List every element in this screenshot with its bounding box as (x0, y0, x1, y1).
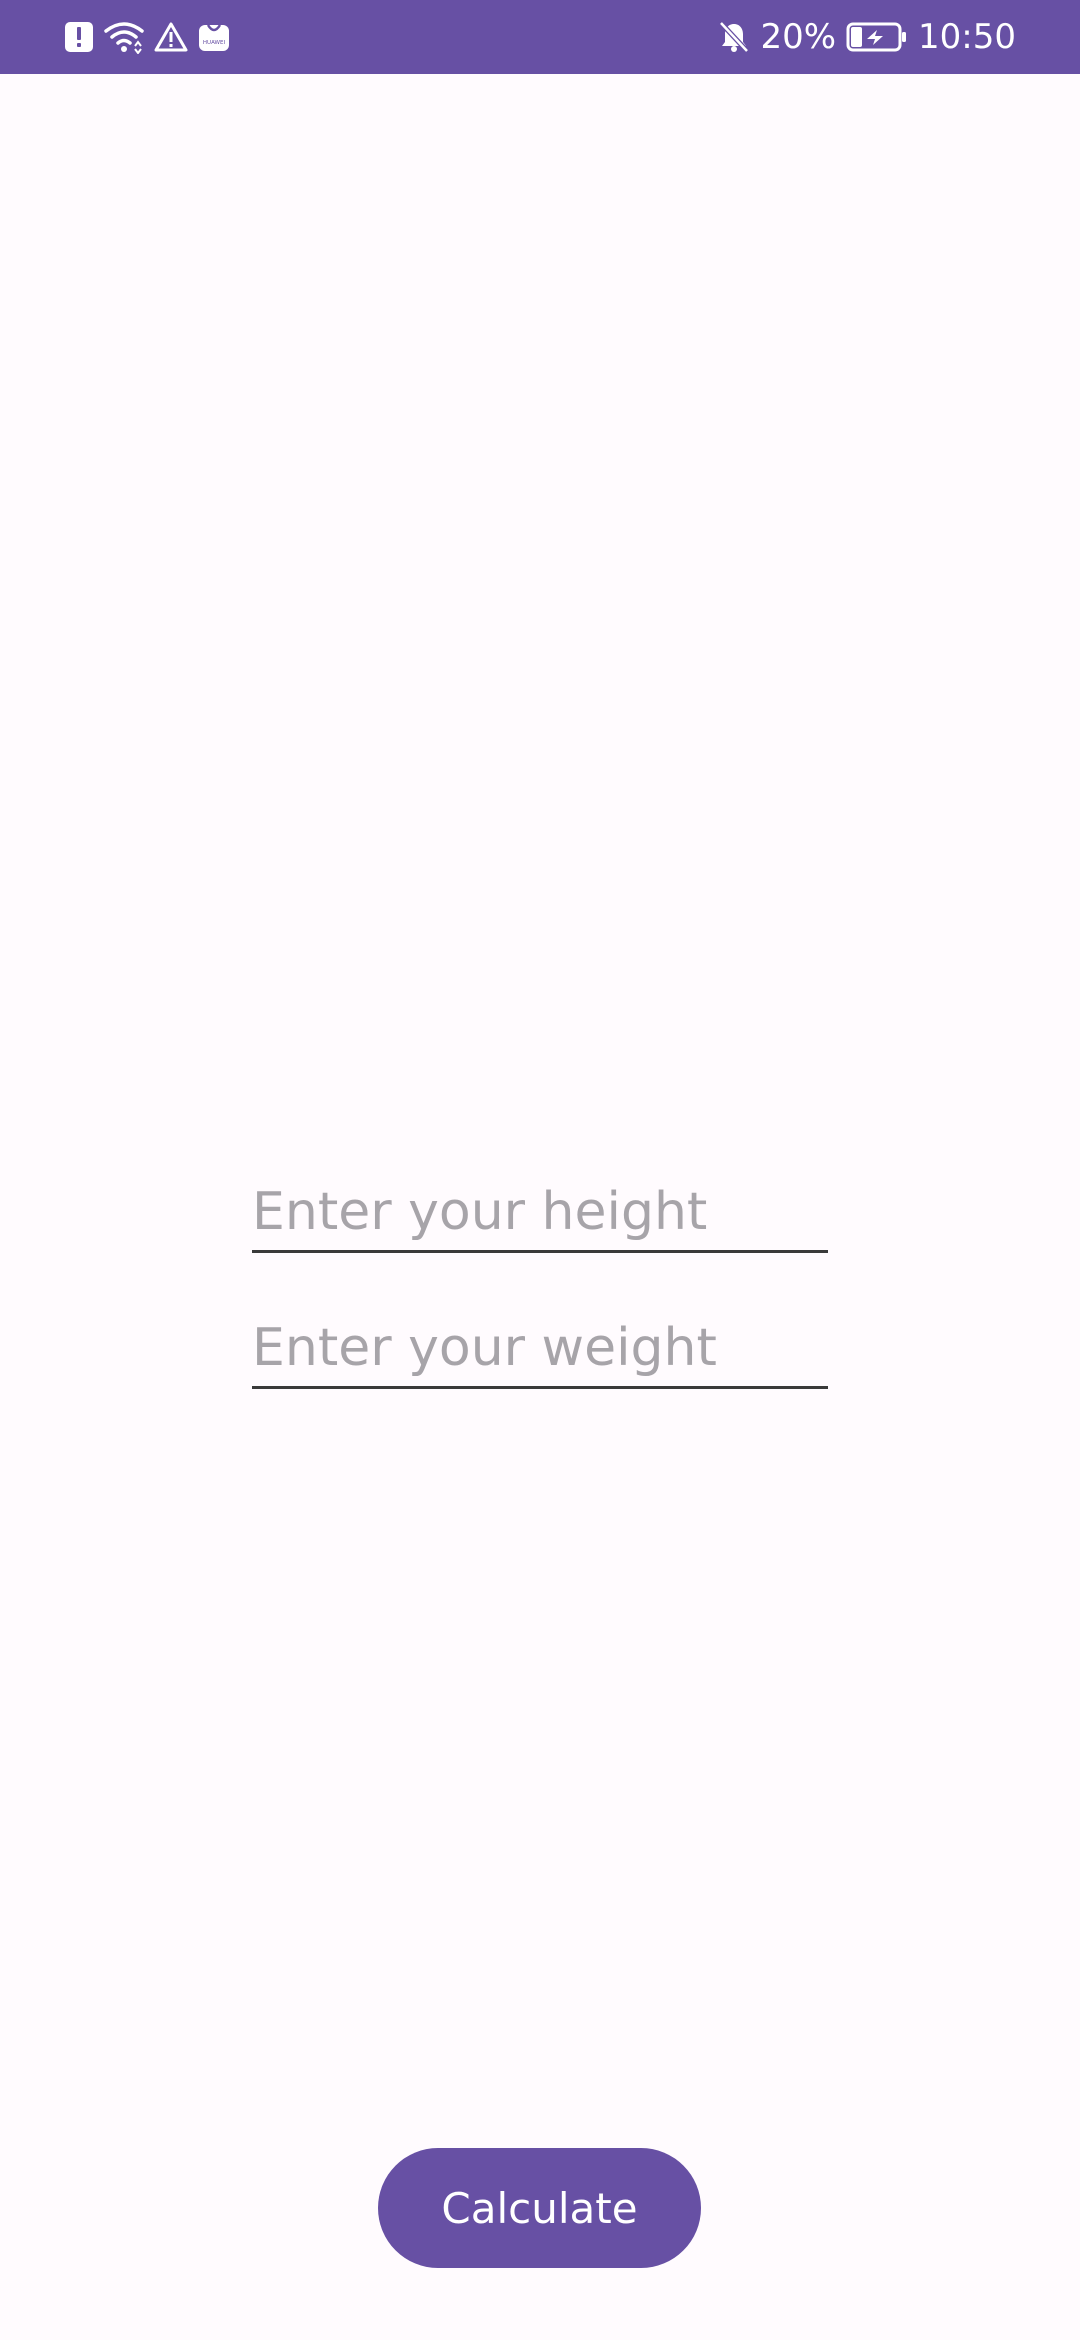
bell-muted-icon (718, 20, 750, 54)
weight-field (252, 1296, 828, 1389)
status-bar-right: 20% 10:50 (718, 0, 1016, 74)
alert-notification-icon (64, 21, 94, 53)
height-field (252, 1160, 828, 1253)
calculate-button[interactable]: Calculate (378, 2148, 701, 2268)
battery-percentage: 20% (760, 17, 837, 57)
warning-icon (154, 22, 188, 52)
status-bar-left: HUAWEI (64, 0, 230, 74)
huawei-store-icon: HUAWEI (198, 22, 230, 52)
svg-text:HUAWEI: HUAWEI (203, 40, 226, 46)
status-bar: HUAWEI 20% 10:50 (0, 0, 1080, 74)
wifi-icon (104, 20, 144, 54)
battery-charging-icon (846, 21, 908, 53)
height-input[interactable] (252, 1182, 828, 1242)
weight-input[interactable] (252, 1318, 828, 1378)
clock: 10:50 (918, 17, 1016, 57)
